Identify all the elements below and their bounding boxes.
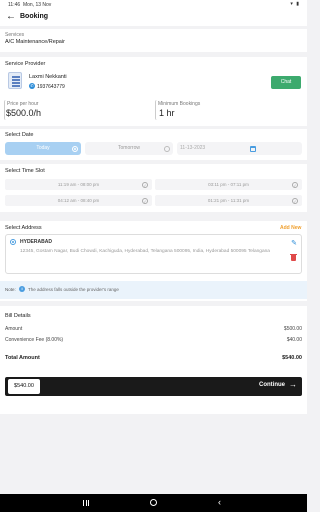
app-bar: ← Booking <box>0 9 307 26</box>
check-circle-icon: ✓ <box>142 197 148 204</box>
date-option-today[interactable]: Today <box>5 142 81 155</box>
continue-label: Continue <box>259 382 285 388</box>
delete-icon[interactable] <box>290 253 297 261</box>
note-label: Note: <box>5 287 16 292</box>
back-arrow-icon[interactable]: ← <box>6 11 16 23</box>
system-navigation-bar: ‹ <box>0 494 307 512</box>
date-option-tomorrow[interactable]: Tomorrow <box>85 142 173 155</box>
address-note: Note: i The address falls outside the pr… <box>0 281 307 299</box>
chat-button[interactable]: Chat <box>271 76 301 89</box>
price-value: $500.0/h <box>6 108 42 118</box>
nav-back-icon[interactable]: ‹ <box>218 497 221 508</box>
bookings-value: 1 hr <box>159 108 175 118</box>
info-icon: i <box>19 286 25 292</box>
arrow-right-icon: → <box>289 380 297 389</box>
price-box: Price per hour $500.0/h <box>4 100 149 120</box>
phone-icon: ✆ <box>29 83 35 89</box>
edit-icon[interactable]: ✎ <box>291 240 297 247</box>
radio-unselected-icon <box>164 145 170 152</box>
bill-row-amount: Amount $500.00 <box>5 326 302 332</box>
home-icon[interactable] <box>150 499 157 506</box>
services-value: A/C Maintenance/Repair <box>5 39 65 45</box>
note-text: The address falls outside the provider's… <box>28 287 119 292</box>
tomorrow-label: Tomorrow <box>118 145 140 151</box>
continue-button[interactable]: $540.00 Continue → <box>5 377 302 396</box>
bill-details-title: Bill Details <box>5 313 31 319</box>
recent-apps-icon[interactable] <box>83 500 89 506</box>
provider-logo <box>8 72 22 89</box>
today-label: Today <box>36 145 50 151</box>
date-picker-value: 11-13-2023 <box>180 145 206 151</box>
radio-selected-icon <box>72 145 78 152</box>
select-address-title: Select Address <box>5 225 42 231</box>
time-slot[interactable]: 11:19 am - 08:00 pm ✓ <box>5 179 152 190</box>
page-title: Booking <box>20 13 48 20</box>
bill-total-row: Total Amount $540.00 <box>5 355 302 361</box>
bill-row-convenience-fee: Convenience Fee (8.00%) $40.00 <box>5 337 302 343</box>
continue-price: $540.00 <box>8 379 40 394</box>
address-item[interactable]: HYDERABAD 12345, Gostam Nagar, Budi Chow… <box>5 234 302 274</box>
address-name: HYDERABAD <box>20 239 52 245</box>
time-slot[interactable]: 01:21 pm - 11:31 pm ✓ <box>155 195 302 206</box>
calendar-icon[interactable] <box>250 145 256 152</box>
price-label: Price per hour <box>7 101 39 107</box>
check-circle-icon: ✓ <box>142 181 148 188</box>
status-bar: 11:46 Mon, 13 Nov ▾ ▮ <box>0 0 307 9</box>
provider-phone: 1937643779 <box>37 84 65 90</box>
add-new-address-link[interactable]: Add New <box>280 225 301 231</box>
service-provider-title: Service Provider <box>5 61 46 67</box>
services-card: Services A/C Maintenance/Repair <box>0 29 307 52</box>
date-picker-field[interactable]: 11-13-2023 <box>177 142 302 155</box>
radio-selected-icon[interactable] <box>10 239 16 245</box>
system-icons: ▾ ▮ <box>290 1 300 7</box>
provider-name: Laxmi Nekkanti <box>29 74 67 80</box>
time-slot[interactable]: 04:12 am - 08:40 pm ✓ <box>5 195 152 206</box>
status-time: 11:46 Mon, 13 Nov <box>8 1 52 8</box>
select-date-title: Select Date <box>5 132 34 138</box>
bookings-label: Minimum Bookings <box>158 101 201 107</box>
time-slot[interactable]: 03:11 pm - 07:11 pm ✓ <box>155 179 302 190</box>
check-circle-icon: ✓ <box>292 181 298 188</box>
check-circle-icon: ✓ <box>292 197 298 204</box>
select-time-slot-title: Select Time Slot <box>5 168 45 174</box>
bookings-box: Minimum Bookings 1 hr <box>155 100 302 120</box>
services-label: Services <box>5 32 25 38</box>
address-text: 12345, Gostam Nagar, Budi Chowdi, Kachig… <box>20 249 270 254</box>
